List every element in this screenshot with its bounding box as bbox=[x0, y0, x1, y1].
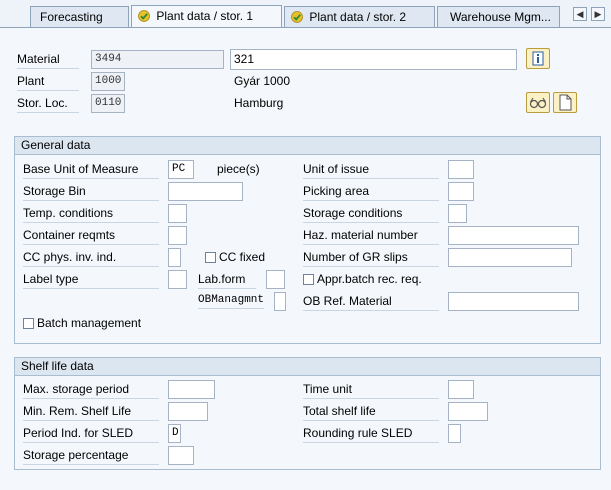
ob-management-label: OBManagmnt bbox=[198, 294, 265, 309]
unit-of-issue-label: Unit of issue bbox=[303, 162, 439, 179]
base-uom-label: Base Unit of Measure bbox=[23, 162, 159, 179]
container-reqmts-field[interactable] bbox=[168, 226, 187, 245]
cc-fixed-checkbox[interactable] bbox=[205, 252, 216, 263]
unit-of-issue-field[interactable] bbox=[448, 160, 474, 179]
additional-info-button[interactable] bbox=[526, 48, 550, 69]
tab-label: Plant data / stor. 1 bbox=[156, 9, 254, 23]
storage-location-description: Hamburg bbox=[234, 96, 284, 110]
gr-slips-field[interactable] bbox=[448, 248, 572, 267]
tab-plant-data-stor-1[interactable]: Plant data / stor. 1 bbox=[131, 5, 282, 28]
time-unit-field[interactable] bbox=[448, 380, 474, 399]
storage-location-label: Stor. Loc. bbox=[17, 96, 79, 113]
batch-management-label: Batch management bbox=[37, 316, 142, 330]
tab-plant-data-stor-2[interactable]: Plant data / stor. 2 bbox=[284, 6, 435, 27]
cc-fixed-label: CC fixed bbox=[219, 250, 266, 264]
period-ind-sled-label: Period Ind. for SLED bbox=[23, 426, 159, 443]
scroll-tabs-right-icon[interactable]: ▶ bbox=[591, 7, 605, 21]
lab-form-field[interactable] bbox=[266, 270, 285, 289]
general-data-title: General data bbox=[15, 137, 600, 155]
plant-label: Plant bbox=[17, 74, 79, 91]
new-document-button[interactable] bbox=[553, 92, 577, 113]
info-icon bbox=[532, 51, 544, 66]
material-number-field[interactable]: 3494 bbox=[91, 50, 224, 69]
storage-percentage-field[interactable] bbox=[168, 446, 194, 465]
container-reqmts-label: Container reqmts bbox=[23, 228, 159, 245]
plant-field[interactable]: 1000 bbox=[91, 72, 125, 91]
rounding-rule-sled-label: Rounding rule SLED bbox=[303, 426, 439, 443]
tab-label: Warehouse Mgm... bbox=[450, 10, 551, 24]
material-label: Material bbox=[17, 52, 79, 69]
appr-batch-label: Appr.batch rec. req. bbox=[317, 272, 422, 286]
scroll-tabs-left-icon[interactable]: ◀ bbox=[573, 7, 587, 21]
temp-conditions-label: Temp. conditions bbox=[23, 206, 159, 223]
ob-ref-material-field[interactable] bbox=[448, 292, 579, 311]
tab-warehouse-mgmt[interactable]: Warehouse Mgm... bbox=[437, 6, 560, 27]
min-rem-shelf-life-label: Min. Rem. Shelf Life bbox=[23, 404, 159, 421]
time-unit-label: Time unit bbox=[303, 382, 439, 399]
cc-phys-inv-field[interactable] bbox=[168, 248, 181, 267]
storage-location-field[interactable]: 0110 bbox=[91, 94, 125, 113]
max-storage-period-field[interactable] bbox=[168, 380, 215, 399]
max-storage-period-label: Max. storage period bbox=[23, 382, 159, 399]
lab-form-label: Lab.form bbox=[198, 272, 256, 289]
document-icon bbox=[559, 94, 572, 111]
picking-area-field[interactable] bbox=[448, 182, 474, 201]
picking-area-label: Picking area bbox=[303, 184, 439, 201]
check-icon bbox=[138, 10, 150, 22]
glasses-icon bbox=[529, 97, 547, 109]
haz-material-field[interactable] bbox=[448, 226, 579, 245]
tab-strip: Forecasting Plant data / stor. 1 Plant d… bbox=[0, 0, 611, 28]
storage-conditions-label: Storage conditions bbox=[303, 206, 439, 223]
storage-bin-field[interactable] bbox=[168, 182, 243, 201]
haz-material-label: Haz. material number bbox=[303, 228, 439, 245]
temp-conditions-field[interactable] bbox=[168, 204, 187, 223]
shelf-life-title: Shelf life data bbox=[15, 358, 600, 376]
tab-label: Plant data / stor. 2 bbox=[309, 10, 407, 24]
gr-slips-label: Number of GR slips bbox=[303, 250, 439, 267]
base-uom-text: piece(s) bbox=[217, 162, 260, 176]
storage-conditions-field[interactable] bbox=[448, 204, 467, 223]
check-icon bbox=[291, 11, 303, 23]
appr-batch-checkbox[interactable] bbox=[303, 274, 314, 285]
ob-ref-material-label: OB Ref. Material bbox=[303, 294, 439, 311]
rounding-rule-sled-field[interactable] bbox=[448, 424, 461, 443]
cc-phys-inv-label: CC phys. inv. ind. bbox=[23, 250, 159, 267]
total-shelf-life-field[interactable] bbox=[448, 402, 488, 421]
tab-forecasting[interactable]: Forecasting bbox=[30, 6, 129, 27]
ob-management-field[interactable] bbox=[274, 292, 286, 311]
base-uom-field[interactable]: PC bbox=[168, 160, 194, 179]
total-shelf-life-label: Total shelf life bbox=[303, 404, 439, 421]
storage-percentage-label: Storage percentage bbox=[23, 448, 159, 465]
plant-description: Gyár 1000 bbox=[234, 74, 291, 88]
label-type-field[interactable] bbox=[168, 270, 187, 289]
batch-management-checkbox[interactable] bbox=[23, 318, 34, 329]
org-levels-button[interactable] bbox=[526, 92, 550, 113]
period-ind-sled-field[interactable]: D bbox=[168, 424, 181, 443]
material-description-field[interactable]: 321 bbox=[230, 49, 517, 70]
storage-bin-label: Storage Bin bbox=[23, 184, 159, 201]
tab-label: Forecasting bbox=[40, 10, 103, 24]
label-type-label: Label type bbox=[23, 272, 159, 289]
min-rem-shelf-life-field[interactable] bbox=[168, 402, 208, 421]
